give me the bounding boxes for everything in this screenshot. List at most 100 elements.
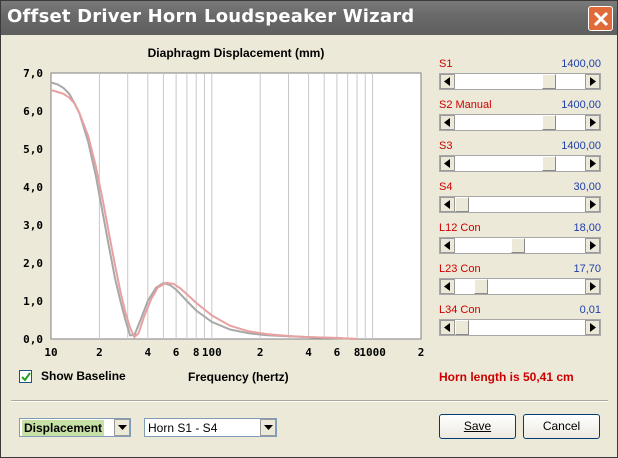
slider-thumb[interactable] — [473, 279, 488, 294]
x-tick-label: 2 — [257, 346, 264, 359]
slider-label: L34 Con — [439, 304, 481, 316]
slider-value: 0,01 — [579, 304, 601, 316]
horn-length-text: Horn length is 50,41 cm — [439, 370, 574, 384]
close-button[interactable] — [588, 6, 613, 31]
separator — [11, 400, 608, 402]
slider-thumb[interactable] — [455, 197, 469, 212]
arrow-right-icon — [590, 323, 596, 332]
display-mode-dropdown-button[interactable] — [114, 419, 130, 436]
slider-thumb[interactable] — [542, 115, 556, 130]
cancel-button-label: Cancel — [542, 419, 581, 433]
slider-decrease-button[interactable] — [440, 197, 455, 212]
x-tick-label: 10 — [44, 346, 57, 359]
x-tick-label: 6 — [334, 346, 341, 359]
slider-track[interactable] — [439, 319, 601, 336]
slider-increase-button[interactable] — [585, 238, 600, 253]
x-tick-label: 2 — [418, 346, 425, 359]
slider-label: S2 Manual — [439, 99, 492, 111]
x-tick-label: 4 — [305, 346, 312, 359]
slider-label: S4 — [439, 181, 453, 193]
slider-value: 18,00 — [573, 222, 601, 234]
y-tick-label: 0,0 — [23, 333, 43, 346]
save-button-label: Save — [463, 419, 492, 433]
slider-thumb[interactable] — [455, 320, 469, 335]
slider-decrease-button[interactable] — [440, 279, 455, 294]
slider-increase-button[interactable] — [585, 320, 600, 335]
y-tick-label: 2,0 — [23, 257, 43, 270]
slider-thumb[interactable] — [542, 156, 556, 171]
arrow-left-icon — [444, 159, 450, 168]
displacement-chart: Diaphragm Displacement (mm) 7,0 6,0 5,0 4,0… — [23, 46, 424, 359]
y-tick-label: 5,0 — [23, 143, 43, 156]
arrow-right-icon — [590, 282, 596, 291]
arrow-right-icon — [590, 241, 596, 250]
arrow-left-icon — [444, 282, 450, 291]
y-tick-labels: 7,0 6,0 5,0 4,0 3,0 2,0 1,0 0,0 — [23, 67, 43, 346]
x-tick-label: 4 — [144, 346, 151, 359]
display-mode-select[interactable]: Displacement — [19, 418, 131, 437]
x-tick-label: 1000 — [359, 346, 386, 359]
horn-section-select[interactable]: Horn S1 - S4 — [144, 418, 277, 437]
window-title: Offset Driver Horn Loudspeaker Wizard — [7, 6, 415, 27]
slider-value: 1400,00 — [561, 58, 601, 70]
y-tick-label: 7,0 — [23, 67, 43, 80]
slider-increase-button[interactable] — [585, 279, 600, 294]
slider-decrease-button[interactable] — [440, 320, 455, 335]
chart-title: Diaphragm Displacement (mm) — [148, 46, 325, 60]
slider-increase-button[interactable] — [585, 74, 600, 89]
slider-value: 1400,00 — [561, 140, 601, 152]
arrow-right-icon — [590, 159, 596, 168]
chevron-down-icon — [118, 425, 127, 430]
arrow-right-icon — [590, 77, 596, 86]
title-bar[interactable]: Offset Driver Horn Loudspeaker Wizard — [1, 1, 617, 35]
x-tick-label: 100 — [202, 346, 222, 359]
arrow-right-icon — [590, 118, 596, 127]
chevron-down-icon — [264, 425, 273, 430]
display-mode-value: Displacement — [22, 420, 105, 436]
slider-decrease-button[interactable] — [440, 238, 455, 253]
slider-decrease-button[interactable] — [440, 156, 455, 171]
horn-section-value: Horn S1 - S4 — [148, 421, 218, 435]
slider-decrease-button[interactable] — [440, 115, 455, 130]
slider-label: S1 — [439, 58, 453, 70]
slider-value: 30,00 — [573, 181, 601, 193]
slider-label: L12 Con — [439, 222, 481, 234]
slider-value: 17,70 — [573, 263, 601, 275]
y-tick-label: 1,0 — [23, 295, 43, 308]
slider-track[interactable] — [439, 114, 601, 131]
check-icon — [21, 372, 31, 382]
slider-increase-button[interactable] — [585, 197, 600, 212]
slider-track[interactable] — [439, 155, 601, 172]
slider-track[interactable] — [439, 196, 601, 213]
slider-thumb[interactable] — [510, 238, 525, 253]
horn-section-dropdown-button[interactable] — [260, 419, 276, 436]
arrow-left-icon — [444, 118, 450, 127]
slider-value: 1400,00 — [561, 99, 601, 111]
arrow-left-icon — [444, 77, 450, 86]
arrow-left-icon — [444, 200, 450, 209]
wizard-window: Offset Driver Horn Loudspeaker Wizard Di… — [0, 0, 618, 458]
x-tick-label: 6 — [173, 346, 180, 359]
y-tick-label: 6,0 — [23, 105, 43, 118]
x-tick-label: 8 — [193, 346, 200, 359]
arrow-left-icon — [444, 241, 450, 250]
slider-thumb[interactable] — [542, 74, 556, 89]
slider-increase-button[interactable] — [585, 115, 600, 130]
show-baseline-label: Show Baseline — [41, 369, 126, 383]
slider-label: L23 Con — [439, 263, 481, 275]
slider-track[interactable] — [439, 278, 601, 295]
save-button[interactable]: Save — [439, 414, 516, 439]
x-tick-label: 2 — [96, 346, 103, 359]
y-tick-label: 4,0 — [23, 181, 43, 194]
slider-increase-button[interactable] — [585, 156, 600, 171]
cancel-button[interactable]: Cancel — [523, 414, 600, 439]
x-axis-label: Frequency (hertz) — [188, 370, 289, 384]
arrow-right-icon — [590, 200, 596, 209]
arrow-left-icon — [444, 323, 450, 332]
slider-track[interactable] — [439, 237, 601, 254]
slider-decrease-button[interactable] — [440, 74, 455, 89]
checkbox-box[interactable] — [19, 370, 32, 383]
x-tick-labels: 10 2 4 6 8 100 2 4 6 8 1000 2 — [44, 346, 424, 359]
slider-label: S3 — [439, 140, 453, 152]
slider-track[interactable] — [439, 73, 601, 90]
